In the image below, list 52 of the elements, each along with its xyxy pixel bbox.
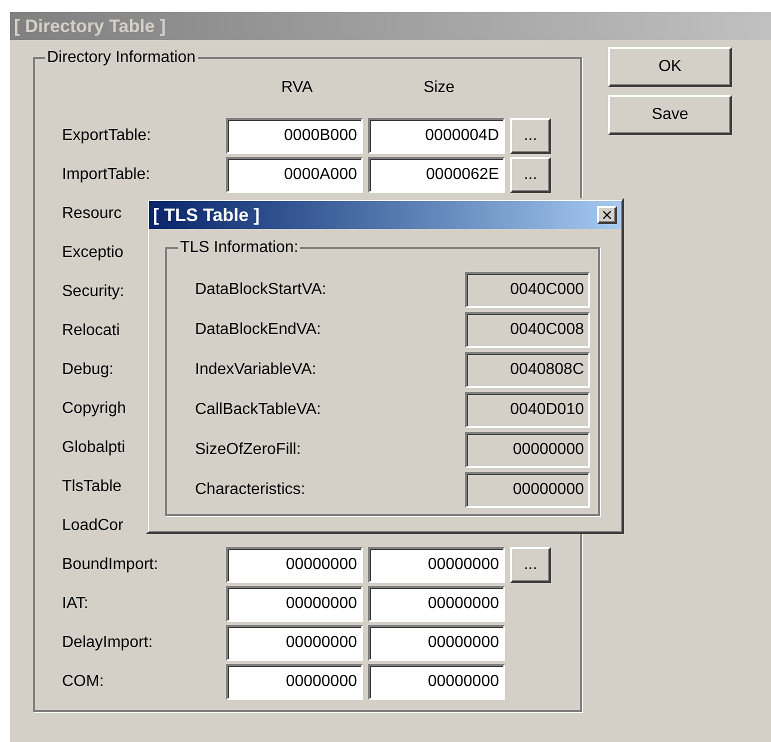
field-label: SizeOfZeroFill: [195,440,301,460]
field-label: CallBackTableVA: [195,400,321,420]
column-header: Size [422,78,456,98]
row-label: Security: [62,282,124,302]
size-field[interactable]: 0000062E [368,157,505,193]
row-label: LoadCor [62,516,124,536]
details-button[interactable]: ... [510,118,551,154]
size-field[interactable]: 00000000 [368,664,505,700]
size-field[interactable]: 0000004D [368,118,505,154]
close-icon [603,211,611,219]
row-label: IAT: [62,594,88,614]
rva-field[interactable]: 00000000 [226,664,363,700]
row-label: TlsTable [62,477,122,497]
row-label: Resourc [62,204,122,224]
row-label: Copyrigh [62,399,126,419]
row-label: Relocati [62,321,120,341]
field-label: IndexVariableVA: [195,360,316,380]
rva-field[interactable]: 0000A000 [226,157,363,193]
row-label: ExportTable: [62,126,151,146]
group-legend: Directory Information [45,48,198,68]
window-title: [ Directory Table ] [14,17,166,35]
rva-field[interactable]: 0000B000 [226,118,363,154]
group-legend: TLS Information: [178,238,300,258]
field-label: DataBlockEndVA: [195,320,321,340]
row-label: BoundImport: [62,555,158,575]
rva-field[interactable]: 00000000 [226,547,363,583]
size-field[interactable]: 00000000 [368,625,505,661]
rva-field[interactable]: 00000000 [226,625,363,661]
row-label: Globalpti [62,438,126,458]
size-field[interactable]: 00000000 [368,547,505,583]
dialog-button[interactable]: Save [608,95,732,135]
row-label: Debug: [62,360,114,380]
column-header: RVA [280,78,314,98]
size-field[interactable]: 00000000 [368,586,505,622]
window-title: [ TLS Table ] [153,206,260,224]
field-label: DataBlockStartVA: [195,280,326,300]
row-label: ImportTable: [62,165,150,185]
close-button[interactable] [597,206,617,224]
readonly-field[interactable]: 0040C000 [465,272,590,308]
row-label: DelayImport: [62,633,153,653]
field-label: Characteristics: [195,480,306,500]
readonly-field[interactable]: 00000000 [465,432,590,468]
details-button[interactable]: ... [510,547,551,583]
readonly-field[interactable]: 0040808C [465,352,590,388]
readonly-field[interactable]: 0040C008 [465,312,590,348]
row-label: COM: [62,672,104,692]
readonly-field[interactable]: 00000000 [465,472,590,508]
rva-field[interactable]: 00000000 [226,586,363,622]
details-button[interactable]: ... [510,157,551,193]
row-label: Exceptio [62,243,124,263]
readonly-field[interactable]: 0040D010 [465,392,590,428]
dialog-button[interactable]: OK [608,47,732,87]
